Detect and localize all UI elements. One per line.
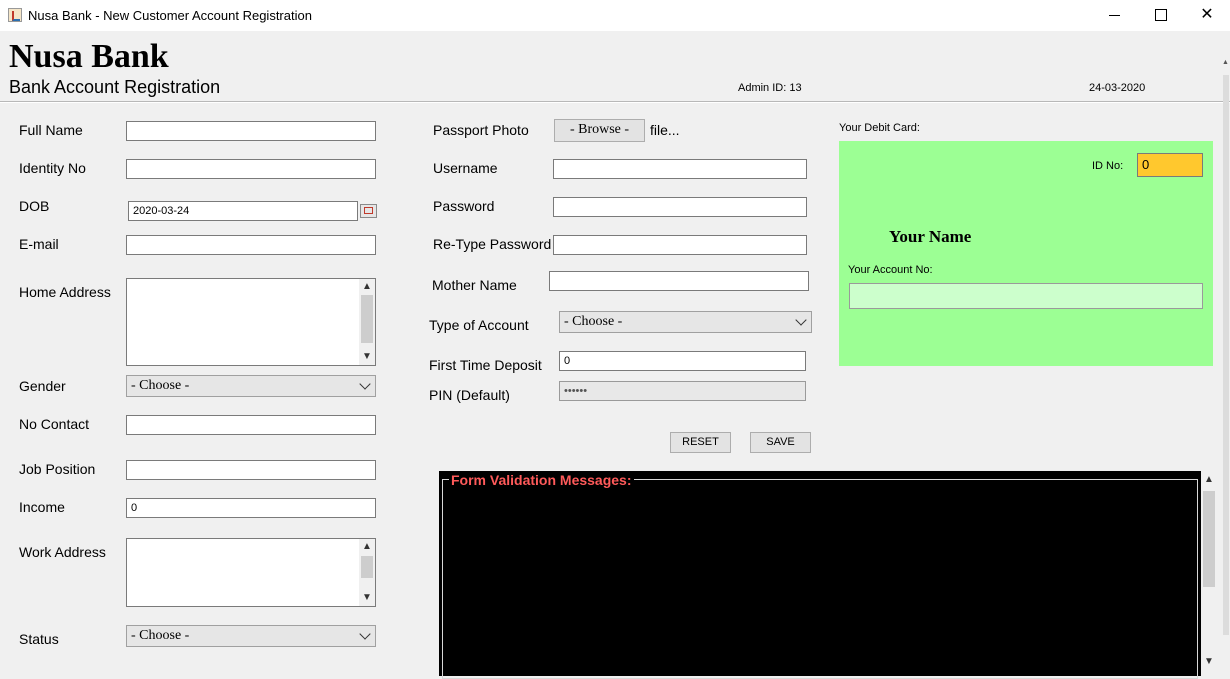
mother-name-input[interactable]: [549, 271, 809, 291]
title-bar: Nusa Bank - New Customer Account Registr…: [0, 0, 1230, 31]
scroll-up-icon[interactable]: ▲: [359, 539, 375, 555]
account-type-select[interactable]: - Choose -: [559, 311, 812, 333]
scroll-thumb[interactable]: [361, 556, 373, 578]
scroll-down-icon[interactable]: ▼: [359, 590, 375, 606]
card-id-label: ID No:: [1092, 160, 1124, 172]
email-input[interactable]: [126, 235, 376, 255]
scroll-thumb[interactable]: [1203, 491, 1215, 587]
username-input[interactable]: [553, 159, 807, 179]
password-label: Password: [433, 198, 495, 214]
account-type-label: Type of Account: [429, 317, 529, 333]
email-label: E-mail: [19, 236, 59, 252]
income-input[interactable]: 0: [126, 498, 376, 518]
validation-title: Form Validation Messages:: [449, 472, 634, 488]
password-input[interactable]: [553, 197, 807, 217]
full-name-label: Full Name: [19, 122, 83, 138]
contact-label: No Contact: [19, 416, 90, 432]
scroll-down-icon[interactable]: ▼: [359, 349, 375, 365]
home-address-label: Home Address: [19, 284, 111, 300]
gender-select-value: - Choose -: [131, 378, 190, 393]
scroll-up-icon[interactable]: ▲: [359, 279, 375, 295]
retype-password-label: Re-Type Password: [433, 236, 552, 252]
admin-id: Admin ID: 13: [738, 82, 802, 94]
job-position-input[interactable]: [126, 460, 376, 480]
reset-button[interactable]: RESET: [670, 432, 731, 453]
first-deposit-input[interactable]: 0: [559, 351, 806, 371]
retype-password-input[interactable]: [553, 235, 807, 255]
maximize-icon: [1155, 9, 1167, 21]
mother-name-label: Mother Name: [432, 277, 517, 293]
job-position-label: Job Position: [19, 461, 96, 477]
maximize-button[interactable]: [1138, 0, 1184, 31]
header-divider-highlight: [0, 102, 1230, 103]
gender-label: Gender: [19, 378, 66, 394]
home-address-textarea[interactable]: ▲ ▼: [126, 278, 376, 366]
account-type-select-value: - Choose -: [564, 314, 623, 329]
gender-select[interactable]: - Choose -: [126, 375, 376, 397]
chevron-down-icon: [795, 314, 807, 326]
dob-input[interactable]: 2020-03-24: [128, 201, 358, 221]
chevron-down-icon: [359, 378, 371, 390]
contact-input[interactable]: [126, 415, 376, 435]
window-title: Nusa Bank - New Customer Account Registr…: [28, 8, 312, 23]
dob-label: DOB: [19, 198, 50, 214]
browse-button[interactable]: - Browse -: [554, 119, 645, 142]
scroll-down-icon[interactable]: ▼: [1201, 656, 1217, 667]
page-subtitle: Bank Account Registration: [9, 77, 221, 97]
work-address-label: Work Address: [19, 544, 106, 560]
debit-card-caption: Your Debit Card:: [839, 122, 920, 134]
pin-input: ••••••: [559, 381, 806, 401]
identity-no-input[interactable]: [126, 159, 376, 179]
card-account-label: Your Account No:: [848, 264, 933, 276]
home-address-scrollbar[interactable]: ▲ ▼: [359, 279, 375, 365]
full-name-input[interactable]: [126, 121, 376, 141]
current-date: 24-03-2020: [1089, 82, 1146, 94]
window-scrollbar[interactable]: ▲: [1222, 31, 1230, 676]
work-address-textarea[interactable]: ▲ ▼: [126, 538, 376, 607]
java-app-icon: [8, 8, 22, 22]
minimize-button[interactable]: [1092, 0, 1138, 31]
scroll-thumb[interactable]: [361, 295, 373, 343]
status-label: Status: [19, 631, 59, 647]
status-select-value: - Choose -: [131, 628, 190, 643]
card-holder-name: Your Name: [889, 227, 972, 246]
close-button[interactable]: ✕: [1184, 0, 1230, 31]
card-account-value: [849, 283, 1203, 309]
minimize-icon: [1109, 15, 1120, 16]
validation-scrollbar[interactable]: ▲ ▼: [1201, 471, 1217, 676]
username-label: Username: [433, 160, 498, 176]
first-deposit-label: First Time Deposit: [429, 357, 542, 373]
file-name-text: file...: [650, 122, 680, 138]
identity-no-label: Identity No: [19, 160, 86, 176]
scroll-up-icon[interactable]: ▲: [1201, 474, 1217, 485]
validation-panel-border: [442, 479, 1198, 679]
status-select[interactable]: - Choose -: [126, 625, 376, 647]
passport-photo-label: Passport Photo: [433, 122, 529, 138]
calendar-icon: [364, 207, 373, 214]
scroll-thumb[interactable]: [1223, 75, 1229, 635]
bank-brand: Nusa Bank: [9, 38, 169, 75]
calendar-button[interactable]: [360, 204, 377, 218]
income-label: Income: [19, 499, 65, 515]
chevron-down-icon: [359, 628, 371, 640]
pin-label: PIN (Default): [429, 387, 510, 403]
save-button[interactable]: SAVE: [750, 432, 811, 453]
scroll-up-icon[interactable]: ▲: [1222, 59, 1230, 66]
card-id-value: 0: [1137, 153, 1203, 177]
work-address-scrollbar[interactable]: ▲ ▼: [359, 539, 375, 606]
